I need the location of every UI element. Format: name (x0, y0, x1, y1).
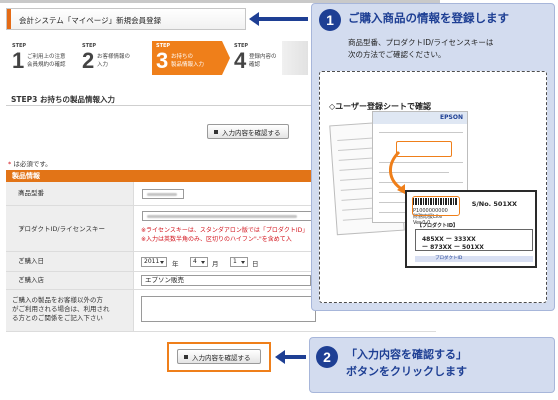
step-3-active: STEP 3 お持ちの 製品情報入力 (152, 41, 230, 75)
step-desc-line: 確認 (249, 62, 261, 68)
month-value: 4 (193, 258, 197, 265)
row-label-cell: 商品型番 * (6, 182, 134, 205)
step-desc-line: 製品情報入力 (171, 62, 205, 68)
step-2: STEP 2 お客様情報の 入力 (78, 41, 154, 75)
chevron-down-icon (160, 261, 164, 264)
product-id-line-2: ー 873XX ー 501XX (422, 244, 484, 251)
page-title: 会計システム「マイページ」新規会員登録 (19, 16, 162, 25)
callout1-heading: ご購入商品の情報を登録します (348, 11, 509, 25)
sheet-header: EPSON (373, 112, 467, 124)
year-value: 2011 (144, 258, 160, 265)
callout1-body-line: 商品型番、プロダクトID/ライセンスキーは (348, 38, 494, 47)
step-number-badge: 1 (319, 9, 341, 31)
other-user-label-2: がご利用される場合は、利用され (12, 305, 110, 313)
page-title-bar: 会計システム「マイページ」新規会員登録 (6, 8, 246, 30)
step-number: 3 (156, 48, 169, 73)
serial-number: S/No. 501XX (471, 200, 517, 208)
blurred-value (147, 215, 297, 218)
product-id-band: プロダクトID (415, 256, 533, 262)
day-select[interactable]: 1 (230, 257, 248, 267)
step-desc-line: 会員規約の確認 (27, 62, 66, 68)
store-input[interactable]: エプソン販売 (141, 275, 311, 286)
product-id-input[interactable] (142, 211, 312, 221)
step-number-badge: 2 (316, 346, 338, 368)
required-note: * は必須です。 (8, 158, 52, 168)
square-bullet-icon (214, 129, 218, 134)
label-text: プロダクトID/ライセンスキー (18, 225, 105, 233)
day-unit: 日 (252, 260, 259, 268)
step-desc-line: お客様情報の (97, 54, 131, 60)
step-5-faded (282, 41, 308, 75)
step-indicator: STEP 1 ご利用上の注意 会員規約の確認 STEP 2 お客様情報の 入力 ST… (8, 41, 308, 75)
relationship-textarea[interactable] (141, 296, 316, 322)
step-description: お客様情報の 入力 (97, 53, 130, 69)
step-desc-line: ご利用上の注意 (27, 54, 66, 60)
product-id-note-1: ※ライセンスキーは、スタンダアロン版では「プロダクトID」 (141, 227, 309, 234)
required-star: * (20, 225, 24, 233)
callout2-heading: 「入力内容を確認する」 ボタンをクリックします (346, 346, 467, 380)
title-accent (7, 9, 11, 29)
arrow-left-icon (275, 350, 306, 364)
epson-logo: EPSON (440, 114, 463, 121)
confirm-input-button-top[interactable]: 入力内容を確認する (207, 124, 289, 139)
text-line (379, 132, 463, 133)
year-unit: 年 (172, 260, 179, 268)
model-number-input[interactable] (142, 189, 184, 199)
product-id-header: 【プロダクトID】 (417, 223, 459, 229)
blurred-value (147, 193, 177, 196)
row-label-cell: ご購入の製品をお客様以外の方 がご利用される場合は、利用され る方とのご関係をご… (6, 290, 134, 331)
chevron-down-icon (241, 261, 245, 264)
step-number: 4 (234, 48, 247, 73)
step-number: 2 (82, 48, 95, 73)
required-star: * (20, 257, 24, 265)
product-id-note-2: ※入力は英数半角のみ、区切りのハイフン"-"を含めて入 (141, 236, 292, 243)
confirm-button-label: 入力内容を確認する (222, 128, 281, 137)
product-info-title: 製品情報 (12, 172, 40, 180)
required-star: * (20, 189, 24, 197)
month-select[interactable]: 4 (190, 257, 208, 267)
confirm-input-button-bottom[interactable]: 入力内容を確認する (177, 349, 261, 364)
row-label-cell: ご購入店 * (6, 272, 134, 289)
row-label-cell: ご購入日 * (6, 252, 134, 271)
step-number: 1 (12, 48, 25, 73)
step-description: 登録内容の 確認 (249, 53, 277, 69)
step-description: お持ちの製品情報入力 (171, 53, 204, 69)
step-desc-line: 登録内容の (249, 54, 277, 60)
year-select[interactable]: 2011 (141, 257, 167, 267)
card-highlight (412, 196, 460, 216)
step-1: STEP 1 ご利用上の注意 会員規約の確認 (8, 41, 84, 75)
callout1-body-line: 次の方法でご確認ください。 (348, 50, 446, 59)
square-bullet-icon (184, 354, 188, 359)
row-label-cell: プロダクトID/ライセンスキー * (6, 206, 134, 251)
month-unit: 月 (212, 260, 219, 268)
callout1-body: 商品型番、プロダクトID/ライセンスキーは 次の方法でご確認ください。 (348, 37, 493, 61)
step-description: ご利用上の注意 会員規約の確認 (27, 53, 66, 69)
arrow-left-icon (249, 12, 308, 26)
required-note-text: は必須です。 (11, 160, 52, 168)
step-desc-line: お持ちの (171, 54, 194, 60)
section-title: STEP3 お持ちの製品情報入力 (11, 95, 115, 104)
day-value: 1 (233, 258, 237, 265)
step-desc-line: 入力 (97, 62, 109, 68)
required-star: * (20, 276, 24, 284)
callout2-heading-line: 「入力内容を確認する」 (346, 348, 467, 361)
other-user-label-1: ご購入の製品をお客様以外の方 (12, 296, 103, 304)
callout2-heading-line: ボタンをクリックします (346, 365, 467, 378)
chevron-down-icon (201, 261, 205, 264)
step-separator (222, 41, 230, 75)
other-user-label-3: る方とのご関係をご記入下さい (12, 314, 103, 322)
confirm-button-label: 入力内容を確認する (192, 353, 251, 362)
product-id-code-box: 485XX ー 333XX ー 873XX ー 501XX (415, 229, 533, 251)
